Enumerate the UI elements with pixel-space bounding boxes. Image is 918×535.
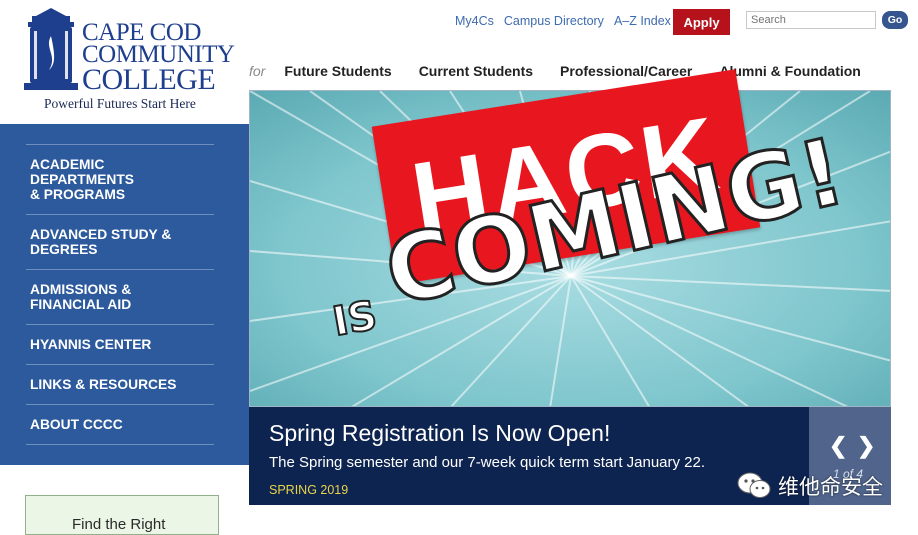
nav-future-students[interactable]: Future Students bbox=[284, 63, 391, 79]
sidebar-item-label: LINKS & RESOURCES bbox=[30, 377, 177, 392]
sidebar-item-label: ADVANCED STUDY & DEGREES bbox=[30, 227, 172, 257]
college-tagline: Powerful Futures Start Here bbox=[44, 96, 196, 111]
search-input[interactable] bbox=[746, 11, 876, 29]
sidebar-item-advanced-study[interactable]: ADVANCED STUDY & DEGREES bbox=[26, 214, 214, 270]
sidebar-item-label: ABOUT CCCC bbox=[30, 417, 123, 432]
search-go-button[interactable]: Go bbox=[882, 11, 908, 29]
college-logo[interactable]: CAPE COD COMMUNITY COLLEGE Powerful Futu… bbox=[20, 8, 235, 114]
next-slide-icon[interactable]: ❯ bbox=[857, 433, 875, 459]
sidebar-item-about[interactable]: ABOUT CCCC bbox=[26, 404, 214, 445]
sidebar-nav: ACADEMIC DEPARTMENTS & PROGRAMS ADVANCED… bbox=[0, 124, 249, 465]
slide-caption[interactable]: Spring Registration Is Now Open! The Spr… bbox=[249, 407, 809, 505]
lighthouse-icon bbox=[24, 8, 78, 90]
apply-button[interactable]: Apply bbox=[673, 9, 730, 35]
audience-nav: for Future Students Current Students Pro… bbox=[249, 63, 861, 79]
nav-current-students[interactable]: Current Students bbox=[419, 63, 533, 79]
prev-slide-icon[interactable]: ❮ bbox=[829, 433, 847, 459]
hero-is-text: IS bbox=[328, 292, 381, 347]
find-program-label: Find the Right bbox=[72, 516, 166, 533]
sidebar-item-label: HYANNIS CENTER bbox=[30, 337, 152, 352]
college-name-line-3: COLLEGE bbox=[82, 63, 216, 96]
audience-nav-prefix: for bbox=[249, 63, 266, 79]
sidebar-divider bbox=[26, 444, 214, 445]
sidebar-item-label: ACADEMIC DEPARTMENTS & PROGRAMS bbox=[30, 157, 134, 202]
nav-professional-career[interactable]: Professional/Career bbox=[560, 63, 692, 79]
slide-description: The Spring semester and our 7-week quick… bbox=[269, 454, 706, 471]
link-campus-directory[interactable]: Campus Directory bbox=[504, 14, 604, 28]
link-my4cs[interactable]: My4Cs bbox=[455, 14, 494, 28]
utility-nav: My4Cs Campus Directory A–Z Index bbox=[455, 14, 681, 28]
sidebar-item-admissions[interactable]: ADMISSIONS & FINANCIAL AID bbox=[26, 269, 214, 325]
link-a-z-index[interactable]: A–Z Index bbox=[614, 14, 671, 28]
watermark: 维他命安全 bbox=[736, 471, 883, 501]
watermark-text: 维他命安全 bbox=[778, 475, 883, 499]
wechat-icon bbox=[737, 472, 771, 498]
sidebar-item-label: ADMISSIONS & FINANCIAL AID bbox=[30, 282, 132, 312]
sidebar-item-hyannis-center[interactable]: HYANNIS CENTER bbox=[26, 324, 214, 365]
slide-term: SPRING 2019 bbox=[269, 483, 349, 497]
sidebar-item-academic-departments[interactable]: ACADEMIC DEPARTMENTS & PROGRAMS bbox=[26, 144, 214, 215]
college-name: CAPE COD COMMUNITY COLLEGE bbox=[82, 20, 235, 96]
find-program-box[interactable]: Find the Right bbox=[25, 495, 219, 535]
slide-title[interactable]: Spring Registration Is Now Open! bbox=[269, 420, 610, 447]
nav-alumni-foundation[interactable]: Alumni & Foundation bbox=[719, 63, 861, 79]
sidebar-item-links-resources[interactable]: LINKS & RESOURCES bbox=[26, 364, 214, 405]
